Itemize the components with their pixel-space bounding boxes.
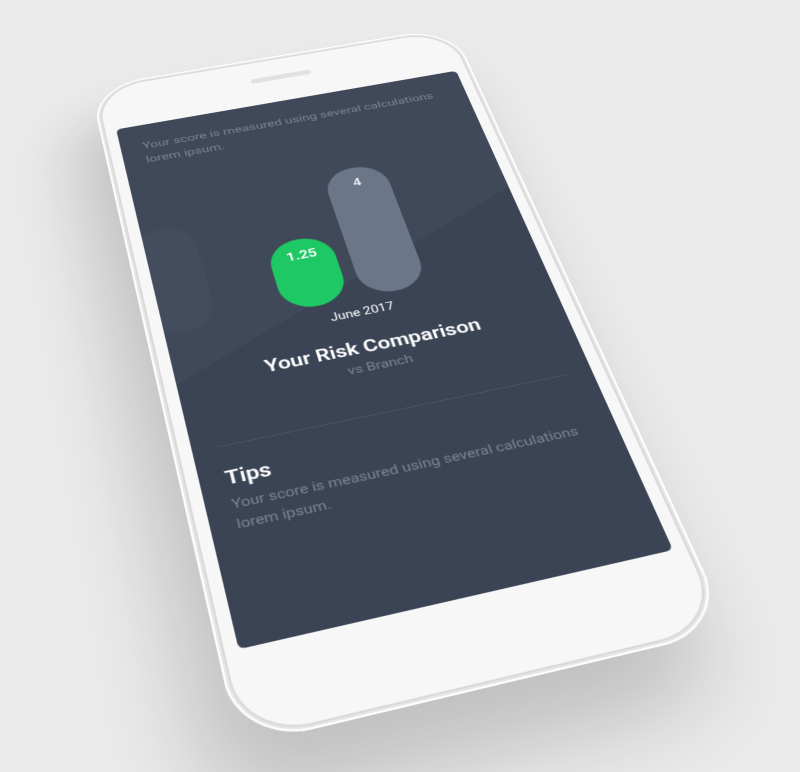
phone-device-frame: Your score is measured using several cal… xyxy=(90,26,731,746)
chart-bar-branch-previous xyxy=(127,223,218,338)
chart-group-current[interactable]: 1.25 4 xyxy=(247,162,429,312)
chart-bar-you-previous xyxy=(116,278,137,355)
chart-value-you: 1.25 xyxy=(268,243,336,268)
phone-screen: Your score is measured using several cal… xyxy=(116,71,673,650)
chart-group-previous xyxy=(116,223,218,354)
chart-value-branch: 4 xyxy=(324,171,389,194)
chart-bar-you-current: 1.25 xyxy=(265,233,351,312)
